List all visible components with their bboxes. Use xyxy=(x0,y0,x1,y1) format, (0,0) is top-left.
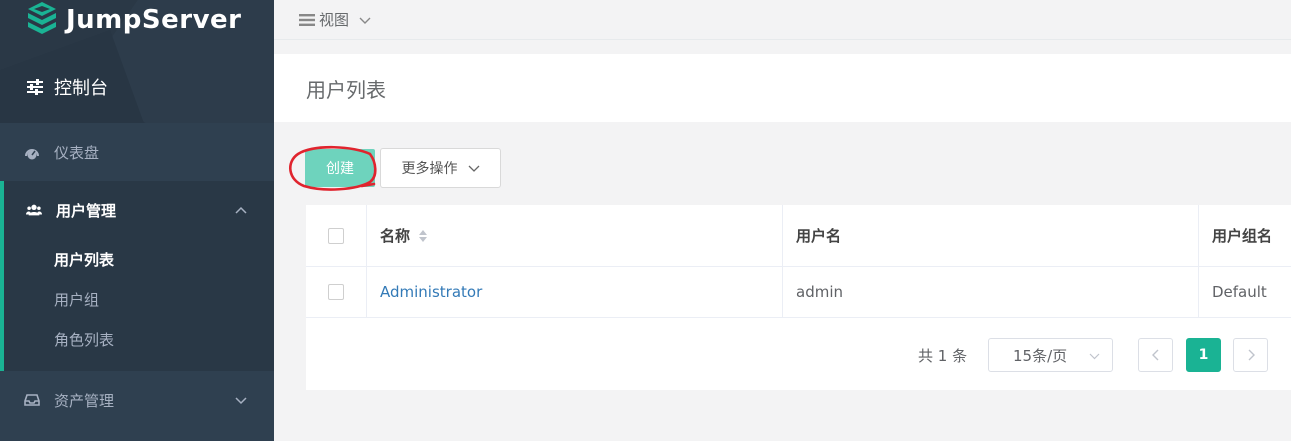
sidebar-subitem-user-group[interactable]: 用户组 xyxy=(4,279,274,319)
select-all-checkbox[interactable] xyxy=(328,227,344,244)
column-header-label: 用户组名 xyxy=(1212,227,1273,245)
page-size-select[interactable]: 15条/页 xyxy=(988,338,1113,372)
logo[interactable]: JumpServer xyxy=(26,0,241,40)
dashboard-icon xyxy=(25,149,39,160)
chevron-down-icon xyxy=(359,17,371,24)
cell-name: Administrator xyxy=(367,267,783,317)
topbar: 视图 xyxy=(274,0,1291,40)
jumpserver-logo-icon xyxy=(28,2,56,34)
pagination-total: 共 1 条 xyxy=(918,346,968,365)
header-checkbox-cell xyxy=(306,205,367,266)
cell-username-text: admin xyxy=(796,283,843,301)
sidebar-subitem-label: 用户组 xyxy=(54,290,100,309)
row-checkbox-cell xyxy=(306,267,367,317)
sidebar-item-label: 资产管理 xyxy=(54,391,115,410)
view-menu[interactable]: 视图 xyxy=(299,9,371,30)
inbox-icon xyxy=(24,394,40,406)
chevron-left-icon xyxy=(1151,349,1158,361)
column-header-label: 用户名 xyxy=(796,227,842,245)
view-label: 视图 xyxy=(319,11,350,29)
page-number-button[interactable]: 1 xyxy=(1186,338,1221,372)
chevron-down-icon xyxy=(235,397,247,405)
users-icon xyxy=(26,204,42,216)
brand-name: JumpServer xyxy=(66,5,242,35)
sidebar-subitem-label: 用户列表 xyxy=(54,250,115,269)
next-page-button[interactable] xyxy=(1233,338,1268,372)
page-title: 用户列表 xyxy=(306,77,386,102)
sidebar-group-user-management: 用户管理 用户列表 用户组 角色列表 xyxy=(0,181,274,371)
sidebar-item-asset-management[interactable]: 资产管理 xyxy=(0,371,274,429)
sidebar: JumpServer 控制台 仪表盘 用户管理 用户列表 用户组 角色列表 资产… xyxy=(0,0,274,441)
column-header-name[interactable]: 名称 xyxy=(367,205,783,266)
sliders-icon xyxy=(27,79,43,95)
sidebar-subitem-label: 角色列表 xyxy=(54,330,115,349)
row-checkbox[interactable] xyxy=(328,284,344,300)
table-header-row: 名称 用户名 用户组名 xyxy=(306,205,1291,267)
column-header-group: 用户组名 xyxy=(1199,205,1291,266)
sidebar-subitem-user-list[interactable]: 用户列表 xyxy=(4,239,274,279)
sidebar-item-label: 用户管理 xyxy=(56,201,117,220)
sort-icon[interactable] xyxy=(418,228,428,244)
chevron-down-icon xyxy=(1089,353,1100,359)
chevron-up-icon xyxy=(235,206,247,214)
user-name-link[interactable]: Administrator xyxy=(380,283,482,301)
page-heading: 用户列表 xyxy=(274,54,1291,122)
sidebar-header: JumpServer 控制台 xyxy=(0,0,274,123)
more-actions-label: 更多操作 xyxy=(401,161,458,177)
cell-group: Default xyxy=(1199,267,1291,317)
sidebar-item-user-management[interactable]: 用户管理 xyxy=(4,181,274,239)
sidebar-item-label: 仪表盘 xyxy=(54,143,100,162)
sidebar-item-dashboard[interactable]: 仪表盘 xyxy=(0,123,274,181)
more-actions-button[interactable]: 更多操作 xyxy=(380,148,501,188)
prev-page-button[interactable] xyxy=(1138,338,1173,372)
cell-username: admin xyxy=(783,267,1199,317)
page-size-value: 15条/页 xyxy=(1013,346,1068,365)
column-header-label: 名称 xyxy=(380,227,411,245)
console-link[interactable]: 控制台 xyxy=(26,74,108,100)
menu-icon xyxy=(299,13,315,26)
cell-group-text: Default xyxy=(1212,283,1267,301)
pagination: 共 1 条 15条/页 1 xyxy=(306,328,1291,378)
chevron-down-icon xyxy=(468,165,479,172)
sidebar-subitem-role-list[interactable]: 角色列表 xyxy=(4,319,274,359)
console-label: 控制台 xyxy=(54,78,108,99)
chevron-right-icon xyxy=(1248,349,1255,361)
create-button[interactable]: 创建 xyxy=(305,149,375,187)
column-header-username: 用户名 xyxy=(783,205,1199,266)
user-table: 名称 用户名 用户组名 Administrator admin Default … xyxy=(306,205,1291,390)
table-row: Administrator admin Default xyxy=(306,267,1291,318)
